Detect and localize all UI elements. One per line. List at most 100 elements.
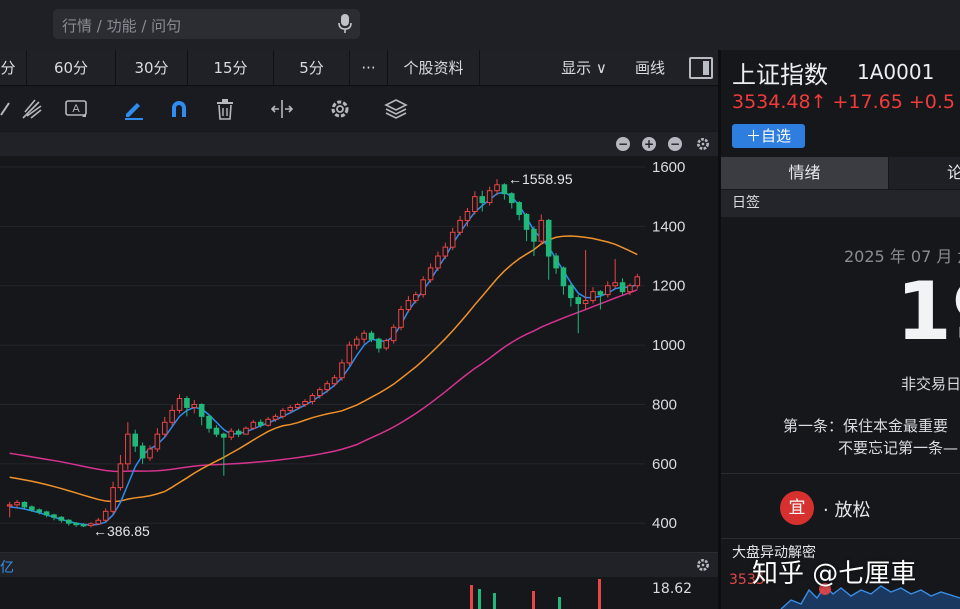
period-day-button[interactable]: 分 — [0, 50, 27, 86]
layers-icon[interactable] — [384, 97, 408, 121]
microphone-icon[interactable] — [338, 14, 352, 34]
candle-down — [58, 516, 65, 521]
tab-discuss[interactable]: 论 — [889, 157, 960, 189]
candle-down — [508, 193, 515, 204]
period-5min-button[interactable]: 5分 — [274, 50, 350, 86]
candle-up — [302, 401, 308, 405]
y-tick-label: 1600 — [652, 159, 685, 176]
price-change: +17.65 — [832, 91, 903, 113]
candle-up — [331, 377, 338, 385]
stock-detail-panel: 上证指数 1A0001 3534.48↑ +17.65 +0.5 ＋自选 情绪 论 … — [721, 50, 960, 609]
stock-info-button[interactable]: 个股资料 — [388, 50, 480, 86]
candlestick-chart[interactable]: − + − 1600 1400 1200 1000 800 600 400 ←1558.95… — [0, 132, 718, 552]
candle-up — [176, 398, 183, 411]
svg-text:A: A — [72, 103, 80, 115]
candle-down — [213, 427, 220, 435]
text-box-icon[interactable]: A — [64, 97, 88, 121]
candle-up — [627, 285, 633, 293]
magnet-icon[interactable] — [167, 97, 191, 121]
y-tick-label: 400 — [652, 515, 677, 532]
candle-down — [43, 511, 50, 516]
volume-max-label: 18.62 — [652, 581, 693, 597]
candle-up — [110, 487, 116, 512]
y-tick-label: 600 — [652, 456, 677, 473]
panel-toggle-icon[interactable] — [689, 57, 713, 79]
display-dropdown[interactable]: 显示 ∨ — [548, 50, 620, 86]
daily-quote-line-1: 第一条：保住本金最重要 — [783, 417, 949, 435]
candle-up — [472, 196, 478, 212]
period-30min-button[interactable]: 30分 — [116, 50, 188, 86]
candle-down — [545, 219, 552, 257]
tab-mood[interactable]: 情绪 — [721, 157, 888, 189]
candle-down — [523, 213, 530, 230]
gear-icon[interactable] — [328, 97, 352, 121]
period-60min-button[interactable]: 60分 — [27, 50, 116, 86]
candle-down — [198, 403, 205, 417]
candle-up — [383, 340, 390, 349]
draw-line-button[interactable]: 画线 — [620, 50, 680, 86]
candle-down — [368, 332, 375, 340]
y-tick-label: 1000 — [652, 337, 685, 354]
candle-up — [582, 300, 589, 305]
candle-down — [376, 338, 382, 349]
candle-up — [612, 282, 618, 287]
candle-up — [494, 184, 500, 192]
minimize-icon[interactable]: − — [668, 137, 682, 151]
more-periods-button[interactable]: ··· — [350, 50, 388, 86]
candle-up — [464, 211, 471, 221]
candle-up — [294, 403, 301, 408]
candle-down — [73, 522, 79, 526]
candle-up — [324, 383, 330, 391]
candle-up — [243, 427, 249, 435]
move-icon[interactable] — [270, 97, 294, 121]
candle-down — [51, 514, 57, 518]
candle-up — [361, 332, 367, 340]
stock-name: 上证指数 — [732, 61, 828, 89]
add-to-watchlist-button[interactable]: ＋自选 — [732, 124, 805, 148]
candle-down — [479, 196, 486, 204]
trash-icon[interactable] — [213, 97, 237, 121]
candle-up — [161, 421, 168, 435]
candle-down — [257, 421, 264, 426]
search-input[interactable]: 行情 / 功能 / 问句 — [53, 9, 360, 39]
candle-up — [147, 448, 153, 459]
candle-up — [634, 276, 641, 287]
period-15min-button[interactable]: 15分 — [188, 50, 274, 86]
zoom-out-icon[interactable]: − — [616, 137, 630, 151]
divider — [721, 473, 960, 474]
volume-panel: 亿 18.62 — [0, 552, 718, 609]
candle-up — [427, 267, 434, 281]
trading-status: 非交易日 — [901, 375, 960, 393]
candle-down — [235, 430, 242, 435]
period-toolbar: 分 60分 30分 15分 5分 ··· 个股资料 显示 ∨ 画线 — [0, 50, 718, 86]
tool-partial-icon[interactable] — [0, 97, 10, 121]
candle-down — [36, 509, 43, 513]
y-tick-label: 1200 — [652, 278, 685, 295]
candle-up — [339, 362, 345, 379]
chart-gear-icon[interactable] — [695, 136, 711, 152]
candle-up — [405, 300, 412, 310]
detail-tabs: 情绪 论 — [721, 157, 960, 189]
volume-bars — [470, 579, 601, 609]
candle-up — [280, 409, 286, 417]
candle-up — [117, 463, 124, 489]
candle-up — [346, 344, 353, 364]
candle-down — [21, 501, 28, 508]
ma-mid-line — [9, 235, 638, 503]
candle-up — [6, 504, 13, 507]
top-bar: 行情 / 功能 / 问句 — [0, 0, 960, 50]
pen-icon[interactable] — [122, 97, 146, 121]
candle-down — [29, 506, 35, 511]
fork-icon[interactable] — [20, 97, 44, 121]
watermark: 知乎 @七厘車 — [752, 559, 917, 589]
candle-up — [442, 246, 449, 257]
candle-down — [516, 202, 522, 215]
zoom-in-icon[interactable]: + — [642, 137, 656, 151]
candle-up — [435, 255, 441, 269]
candle-up — [14, 501, 20, 506]
drawing-toolbar: A — [0, 87, 718, 131]
candle-down — [560, 267, 567, 287]
candle-up — [457, 219, 463, 233]
price-row: 3534.48↑ +17.65 +0.5 — [732, 91, 960, 113]
advice-text: · 放松 — [823, 500, 871, 521]
